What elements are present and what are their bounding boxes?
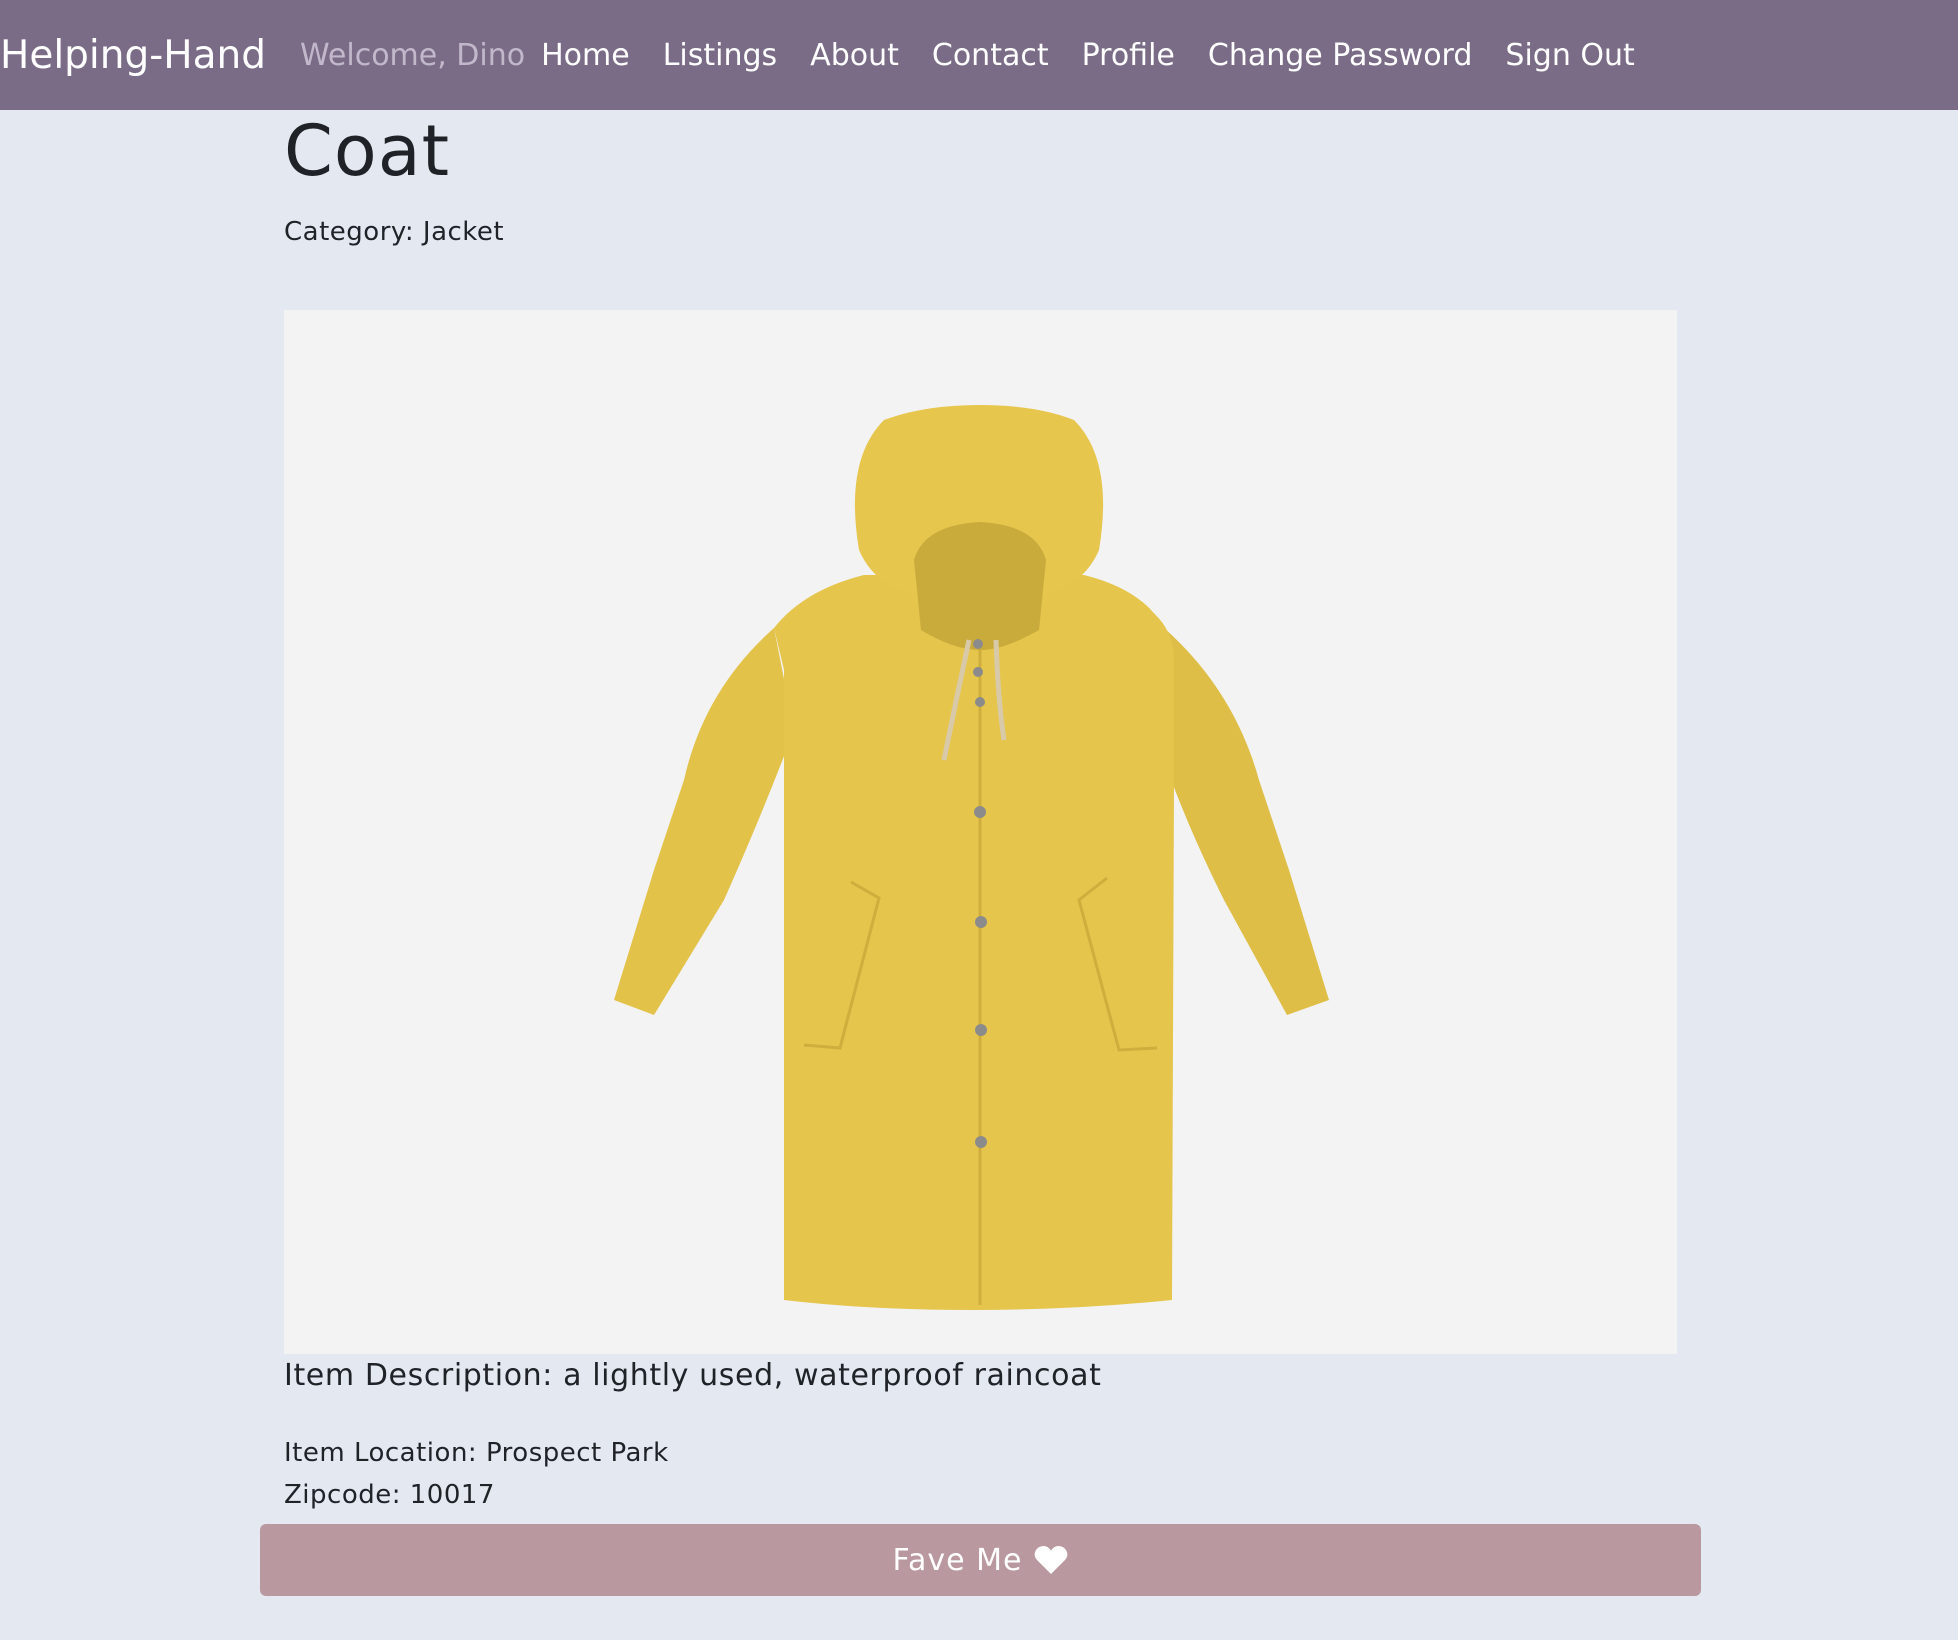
- snap-button: [975, 1024, 987, 1036]
- nav-link-listings[interactable]: Listings: [663, 38, 777, 73]
- item-location: Item Location: Prospect Park: [284, 1438, 669, 1468]
- snap-button: [973, 667, 983, 677]
- snap-button: [973, 639, 983, 649]
- brand-logo-link[interactable]: Helping-Hand: [0, 33, 266, 78]
- left-sleeve: [614, 628, 794, 1015]
- nav-link-contact[interactable]: Contact: [932, 38, 1049, 73]
- right-sleeve: [1154, 628, 1329, 1015]
- snap-button: [975, 1136, 987, 1148]
- snap-button: [975, 697, 985, 707]
- nav-link-change-password[interactable]: Change Password: [1208, 38, 1473, 73]
- hood-inner: [914, 522, 1046, 650]
- welcome-message: Welcome, Dino: [300, 37, 526, 73]
- item-description: Item Description: a lightly used, waterp…: [284, 1358, 1102, 1393]
- fave-button[interactable]: Fave Me: [260, 1524, 1701, 1596]
- raincoat-image: [614, 405, 1329, 1310]
- heart-icon: [1034, 1545, 1068, 1575]
- item-category: Category: Jacket: [284, 217, 505, 247]
- snap-button: [975, 916, 987, 928]
- item-image: [284, 310, 1677, 1354]
- item-title: Coat: [284, 110, 451, 192]
- fave-button-label: Fave Me: [892, 1542, 1023, 1578]
- nav-link-profile[interactable]: Profile: [1082, 38, 1175, 73]
- nav-link-about[interactable]: About: [810, 38, 899, 73]
- snap-button: [974, 806, 986, 818]
- navbar: Helping-Hand Welcome, Dino Home Listings…: [0, 0, 1958, 110]
- item-zipcode: Zipcode: 10017: [284, 1480, 495, 1510]
- nav-link-home[interactable]: Home: [541, 38, 630, 73]
- nav-link-sign-out[interactable]: Sign Out: [1505, 38, 1634, 73]
